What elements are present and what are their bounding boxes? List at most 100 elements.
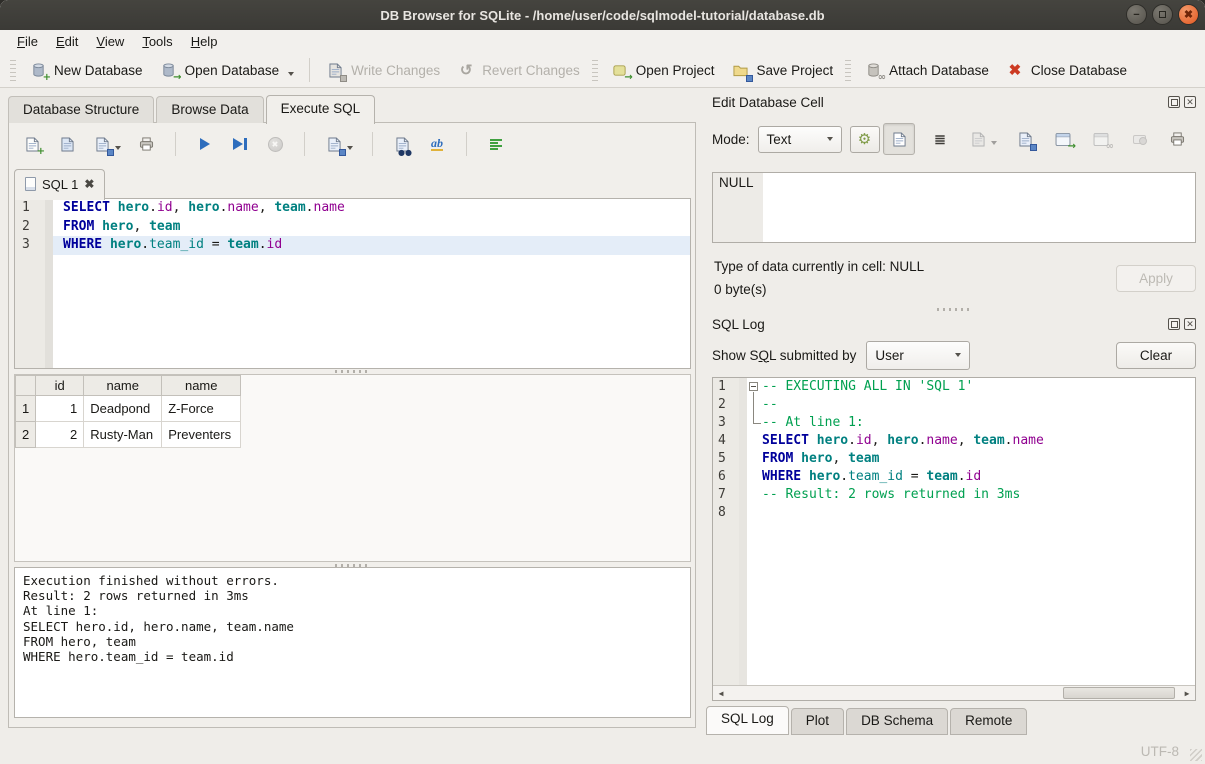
row-header[interactable]: 2 [16,422,36,448]
splitter-handle[interactable] [335,370,369,373]
toolbar-grip[interactable] [845,59,851,81]
toolbar-grip[interactable] [10,59,16,81]
toolbar-button-save-project[interactable]: Save Project [723,56,842,84]
auto-switch-mode-button[interactable]: ⚙ [850,126,880,153]
toolbar-button-write-changes[interactable]: Write Changes [317,56,448,84]
float-panel-icon[interactable] [1168,318,1180,330]
fold-marker [747,432,762,450]
log-line: 3-- At line 1: [713,414,1195,432]
toolbar-button-attach-database[interactable]: ∞Attach Database [855,56,997,84]
log-horizontal-scrollbar[interactable]: ◀ ▶ [713,685,1195,700]
tab-execute-sql[interactable]: Execute SQL [266,95,376,124]
toolbar-button-open-project[interactable]: →Open Project [602,56,723,84]
export-file-button[interactable] [1012,126,1038,152]
resize-grip[interactable] [1190,749,1202,761]
fold-marker [747,504,762,522]
chevron-down-icon[interactable] [115,146,121,150]
save-results-button[interactable] [321,131,356,157]
dock-tab-db-schema[interactable]: DB Schema [846,708,948,735]
dock-tab-plot[interactable]: Plot [791,708,844,735]
execute-line-button[interactable] [227,131,253,157]
maximize-button[interactable] [1152,4,1173,25]
cell-editor[interactable]: NULL [712,172,1196,243]
tab-database-structure[interactable]: Database Structure [8,96,154,123]
minimize-button[interactable]: − [1126,4,1147,25]
format-sql-button[interactable] [483,131,509,157]
menu-item-file[interactable]: File [8,32,47,51]
sql-doc-tab[interactable]: SQL 1 ✖ [14,169,105,200]
scroll-left-icon[interactable]: ◀ [713,686,729,700]
apply-button[interactable]: Apply [1116,265,1196,292]
toolbar-button-close-database[interactable]: ✖Close Database [997,56,1135,84]
save-file-button[interactable] [89,131,124,157]
close-database-icon: ✖ [1005,60,1025,80]
print-cell-button[interactable] [1164,126,1190,152]
close-panel-icon[interactable]: ✕ [1184,318,1196,330]
toolbar-separator [466,132,467,156]
open-external-button[interactable]: → [1050,126,1076,152]
scrollbar-track[interactable] [729,686,1179,700]
column-header-id[interactable]: id [36,376,84,396]
editor-line[interactable]: 3WHERE hero.team_id = team.id [15,236,690,255]
corner-header[interactable] [16,376,36,396]
table-cell[interactable]: Deadpond [84,396,162,422]
tab-browse-data[interactable]: Browse Data [156,96,263,123]
sql-editor[interactable]: 1SELECT hero.id, hero.name, team.name2FR… [14,198,691,369]
tab-close-icon[interactable]: ✖ [84,177,94,191]
text-mode-button[interactable] [883,123,915,155]
toolbar-grip[interactable] [592,59,598,81]
table-cell[interactable]: Rusty-Man [84,422,162,448]
float-panel-icon[interactable] [1168,96,1180,108]
open-file-button[interactable] [54,131,80,157]
table-cell[interactable]: Z-Force [162,396,241,422]
set-null-button[interactable] [1126,126,1152,152]
table-cell[interactable]: Preventers [162,422,241,448]
import-file-button[interactable] [965,126,1000,152]
column-header-name[interactable]: name [162,376,241,396]
autocomplete-button[interactable]: ab [424,131,450,157]
find-replace-button[interactable]: ●● [389,131,415,157]
dock-tab-sql-log[interactable]: SQL Log [706,706,789,735]
table-cell[interactable]: 2 [36,422,84,448]
table-cell[interactable]: 1 [36,396,84,422]
sql-log-view[interactable]: 1-- EXECUTING ALL IN 'SQL 1'2--3-- At li… [712,377,1196,701]
tab-new-button[interactable]: + [19,131,45,157]
editor-line[interactable]: 1SELECT hero.id, hero.name, team.name [15,199,690,218]
stop-button[interactable]: ✖ [262,131,288,157]
submitter-select[interactable]: User [866,341,970,370]
close-panel-icon[interactable]: ✕ [1184,96,1196,108]
editor-line[interactable]: 2FROM hero, team [15,218,690,237]
filter-label: Show SQL submitted by [712,348,856,363]
mode-select[interactable]: Text [758,126,842,153]
word-wrap-button[interactable]: ≣ [927,126,953,152]
log-line: 5FROM hero, team [713,450,1195,468]
execute-all-button[interactable] [192,131,218,157]
splitter-handle[interactable] [937,308,971,311]
chevron-down-icon[interactable] [347,146,353,150]
row-header[interactable]: 1 [16,396,36,422]
close-button[interactable]: ✖ [1178,4,1199,25]
column-header-name[interactable]: name [84,376,162,396]
print-button[interactable] [133,131,159,157]
scroll-right-icon[interactable]: ▶ [1179,686,1195,700]
dock-tab-remote[interactable]: Remote [950,708,1027,735]
toolbar-button-open-database[interactable]: →Open Database [151,56,303,84]
toolbar-separator [309,58,310,82]
chevron-down-icon[interactable] [288,72,294,76]
chevron-down-icon[interactable] [991,141,997,145]
clear-log-button[interactable]: Clear [1116,342,1196,369]
copy-link-button[interactable]: ∞ [1088,126,1114,152]
encoding-indicator[interactable]: UTF-8 [1141,744,1179,759]
chevron-down-icon [955,353,961,357]
menu-item-edit[interactable]: Edit [47,32,87,51]
menu-item-tools[interactable]: Tools [133,32,181,51]
menu-item-view[interactable]: View [87,32,133,51]
menu-item-help[interactable]: Help [182,32,227,51]
scrollbar-thumb[interactable] [1063,687,1175,699]
results-grid: idnamename11DeadpondZ-Force22Rusty-ManPr… [14,374,691,562]
fold-marker[interactable] [747,378,762,396]
line-number: 4 [713,432,739,450]
database-open-icon: → [159,60,179,80]
toolbar-button-revert-changes[interactable]: ↺Revert Changes [448,56,588,84]
toolbar-button-new-database[interactable]: +New Database [20,56,151,84]
